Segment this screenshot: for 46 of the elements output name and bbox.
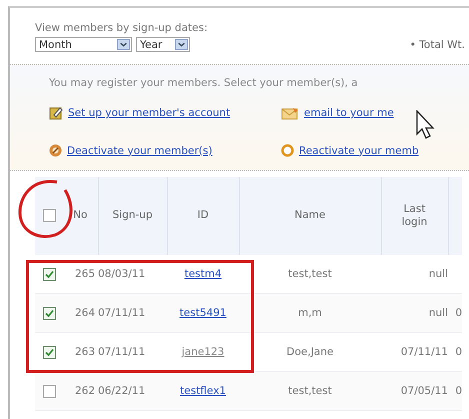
checkbox[interactable] <box>42 384 56 398</box>
year-select[interactable]: Year <box>136 37 190 52</box>
table-cell: 07/11/11 <box>400 346 448 358</box>
member-id-link[interactable]: jane123 <box>182 346 224 358</box>
table-cell: 0 <box>455 346 462 358</box>
column-header: Name <box>294 209 326 223</box>
table-cell: 07/11/11 <box>98 346 146 358</box>
checkbox[interactable] <box>42 306 56 320</box>
checkbox[interactable] <box>42 346 56 358</box>
action-link[interactable]: Deactivate your member(s) <box>67 144 212 156</box>
table-cell: test,test <box>288 385 332 397</box>
table-cell: 0 <box>455 307 462 319</box>
table-cell: null <box>428 268 448 280</box>
action-link[interactable]: Set up your member's account <box>68 107 230 119</box>
filter-label: View members by sign-up dates: <box>35 22 208 34</box>
table-cell: null <box>428 307 448 319</box>
member-id-link[interactable]: testm4 <box>184 268 222 280</box>
table-cell: 262 <box>74 385 95 397</box>
month-select[interactable]: Month <box>35 37 132 52</box>
action-link[interactable]: email to your me <box>304 107 394 119</box>
checkbox[interactable] <box>42 209 56 222</box>
cursor-icon <box>416 110 436 140</box>
column-header: Sign-up <box>112 209 152 223</box>
checkbox[interactable] <box>42 268 56 280</box>
table-cell: 265 <box>74 268 95 280</box>
account-icon <box>49 106 63 120</box>
table-cell: 0 <box>455 385 462 397</box>
ring-icon <box>281 144 294 157</box>
envelope-icon <box>281 106 299 120</box>
action-link[interactable]: Reactivate your memb <box>299 144 419 156</box>
column-header: ID <box>197 209 209 223</box>
disable-icon <box>49 144 62 157</box>
table-cell: 06/22/11 <box>98 385 146 397</box>
table-cell: m,m <box>298 307 322 319</box>
member-id-link[interactable]: testflex1 <box>180 385 226 397</box>
table-cell: Doe,Jane <box>286 346 334 358</box>
table-cell: 07/11/11 <box>98 307 146 319</box>
instructions-text: You may register your members. Select your member(s), a <box>49 77 359 89</box>
table-cell: test,test <box>288 268 332 280</box>
table-cell: 264 <box>74 307 95 319</box>
table-cell: 07/05/11 <box>400 385 448 397</box>
table-cell: 08/03/11 <box>98 268 146 280</box>
table-cell: 263 <box>74 346 95 358</box>
column-header: No <box>73 209 88 223</box>
total-weight-label: • Total Wt. <box>410 38 465 50</box>
column-header: Last login <box>400 202 428 230</box>
